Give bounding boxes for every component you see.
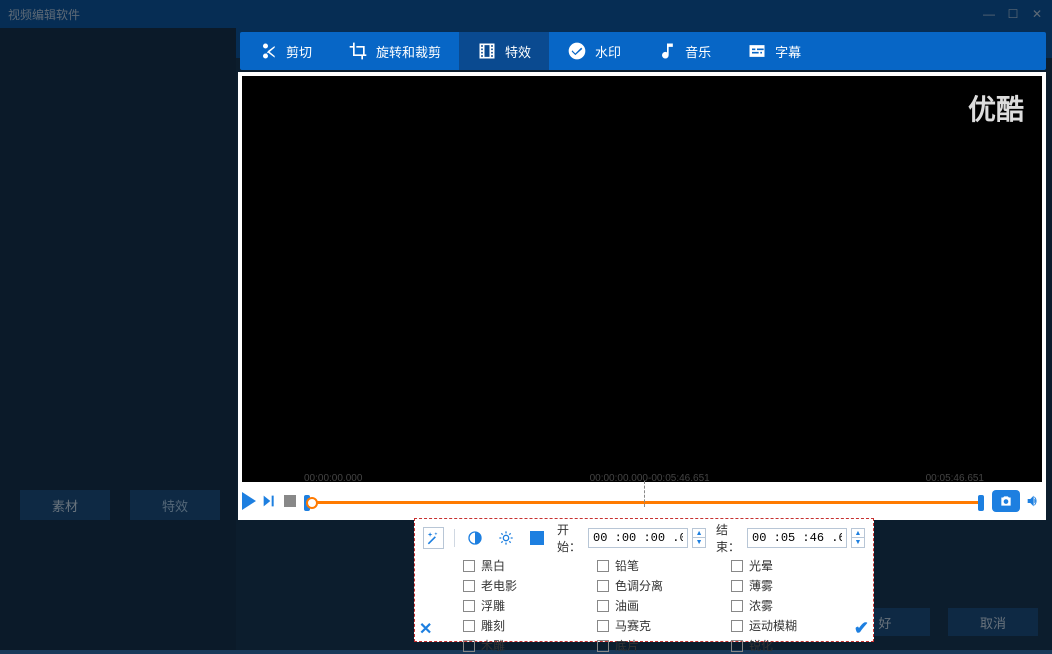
effect-label: 雕刻 bbox=[481, 617, 505, 634]
effect-label: 运动模糊 bbox=[749, 617, 797, 634]
contrast-icon[interactable] bbox=[465, 527, 486, 549]
play-button[interactable] bbox=[242, 492, 256, 510]
effect-label: 油画 bbox=[615, 597, 639, 614]
maximize-icon[interactable]: ☐ bbox=[1006, 7, 1020, 21]
effect-checkbox[interactable] bbox=[597, 600, 609, 612]
main-area: 优酷 00:00:00.000 00:00:00.000-00:05:46.65… bbox=[238, 72, 1046, 520]
film-icon bbox=[477, 41, 497, 61]
effect-item[interactable]: 色调分离 bbox=[597, 577, 731, 594]
effect-checkbox[interactable] bbox=[597, 620, 609, 632]
timeline-end-label: 00:05:46.651 bbox=[926, 473, 984, 484]
close-icon[interactable]: ✕ bbox=[1030, 7, 1044, 21]
scissors-icon bbox=[258, 41, 278, 61]
timeline-track[interactable]: 00:00:00.000 00:00:00.000-00:05:46.651 0… bbox=[304, 491, 984, 511]
music-icon bbox=[657, 41, 677, 61]
tab-left-effects[interactable]: 特效 bbox=[130, 490, 220, 520]
effect-checkbox[interactable] bbox=[463, 580, 475, 592]
app-title: 视频编辑软件 bbox=[8, 6, 982, 23]
timeline-range-label: 00:00:00.000-00:05:46.651 bbox=[590, 473, 710, 484]
start-time-input[interactable] bbox=[588, 528, 688, 548]
timeline-start-label: 00:00:00.000 bbox=[304, 473, 362, 484]
effect-label: 底片 bbox=[615, 637, 639, 654]
tool-effects[interactable]: 特效 bbox=[459, 32, 549, 70]
stop-button[interactable] bbox=[284, 495, 296, 507]
subtitle-icon bbox=[747, 41, 767, 61]
panel-confirm-icon[interactable]: ✔ bbox=[854, 618, 869, 639]
effect-item[interactable]: 铅笔 bbox=[597, 557, 731, 574]
effect-item[interactable]: 浓雾 bbox=[731, 597, 865, 614]
effect-label: 木雕 bbox=[481, 637, 505, 654]
effect-item[interactable]: 底片 bbox=[597, 637, 731, 654]
timeline-bar: 00:00:00.000 00:00:00.000-00:05:46.651 0… bbox=[238, 482, 1046, 520]
effect-label: 铅笔 bbox=[615, 557, 639, 574]
tool-cut[interactable]: 剪切 bbox=[240, 32, 330, 70]
effect-item[interactable]: 薄雾 bbox=[731, 577, 865, 594]
effect-label: 马赛克 bbox=[615, 617, 651, 634]
watermark-icon bbox=[567, 41, 587, 61]
end-time-label: 结束： bbox=[716, 521, 743, 555]
effect-label: 色调分离 bbox=[615, 577, 663, 594]
effect-checkbox[interactable] bbox=[597, 580, 609, 592]
start-time-spinner[interactable]: ▲▼ bbox=[692, 528, 706, 548]
snapshot-button[interactable] bbox=[992, 490, 1020, 512]
magic-wand-icon[interactable] bbox=[423, 527, 444, 549]
effect-item[interactable]: 马赛克 bbox=[597, 617, 731, 634]
end-time-input[interactable] bbox=[747, 528, 847, 548]
video-preview[interactable]: 优酷 bbox=[242, 76, 1042, 482]
effect-item[interactable]: 运动模糊 bbox=[731, 617, 865, 634]
timeline-tick bbox=[644, 481, 645, 507]
panel-cancel-icon[interactable]: ✕ bbox=[419, 619, 432, 639]
effects-panel: 开始： ▲▼ 结束： ▲▼ 黑白老电影浮雕雕刻木雕 铅笔色调分离油画马赛克底片 … bbox=[414, 518, 874, 642]
effect-checkbox[interactable] bbox=[731, 600, 743, 612]
color-square-icon[interactable] bbox=[526, 527, 547, 549]
effect-label: 薄雾 bbox=[749, 577, 773, 594]
tab-material[interactable]: 素材 bbox=[20, 490, 110, 520]
tool-rotate[interactable]: 旋转和裁剪 bbox=[330, 32, 459, 70]
youku-watermark: 优酷 bbox=[968, 88, 1024, 128]
effect-item[interactable]: 黑白 bbox=[463, 557, 597, 574]
effect-checkbox[interactable] bbox=[463, 560, 475, 572]
effect-item[interactable]: 浮雕 bbox=[463, 597, 597, 614]
cancel-button[interactable]: 取消 bbox=[948, 608, 1038, 636]
effect-label: 光晕 bbox=[749, 557, 773, 574]
effect-checkbox[interactable] bbox=[463, 620, 475, 632]
effect-checkbox[interactable] bbox=[463, 600, 475, 612]
effect-item[interactable]: 油画 bbox=[597, 597, 731, 614]
volume-icon[interactable] bbox=[1024, 493, 1042, 509]
effect-checkbox[interactable] bbox=[597, 560, 609, 572]
effect-item[interactable]: 雕刻 bbox=[463, 617, 597, 634]
effect-label: 老电影 bbox=[481, 577, 517, 594]
left-panel: 素材 特效 bbox=[0, 28, 236, 650]
effect-checkbox[interactable] bbox=[731, 560, 743, 572]
effect-item[interactable]: 光晕 bbox=[731, 557, 865, 574]
timeline-handle-end[interactable] bbox=[978, 495, 984, 511]
effect-label: 浮雕 bbox=[481, 597, 505, 614]
tool-watermark[interactable]: 水印 bbox=[549, 32, 639, 70]
minimize-icon[interactable]: — bbox=[982, 7, 996, 21]
tool-subtitle[interactable]: 字幕 bbox=[729, 32, 819, 70]
start-time-label: 开始： bbox=[557, 521, 584, 555]
effect-checkbox[interactable] bbox=[731, 620, 743, 632]
effect-label: 浓雾 bbox=[749, 597, 773, 614]
effect-checkbox[interactable] bbox=[731, 580, 743, 592]
effect-item[interactable]: 老电影 bbox=[463, 577, 597, 594]
step-forward-icon[interactable] bbox=[260, 493, 278, 509]
effect-item[interactable]: 锐化 bbox=[731, 637, 865, 654]
timeline-playhead[interactable] bbox=[306, 497, 318, 509]
tool-music[interactable]: 音乐 bbox=[639, 32, 729, 70]
effect-label: 锐化 bbox=[749, 637, 773, 654]
brightness-icon[interactable] bbox=[496, 527, 517, 549]
effect-label: 黑白 bbox=[481, 557, 505, 574]
effect-item[interactable]: 木雕 bbox=[463, 637, 597, 654]
end-time-spinner[interactable]: ▲▼ bbox=[851, 528, 865, 548]
crop-icon bbox=[348, 41, 368, 61]
